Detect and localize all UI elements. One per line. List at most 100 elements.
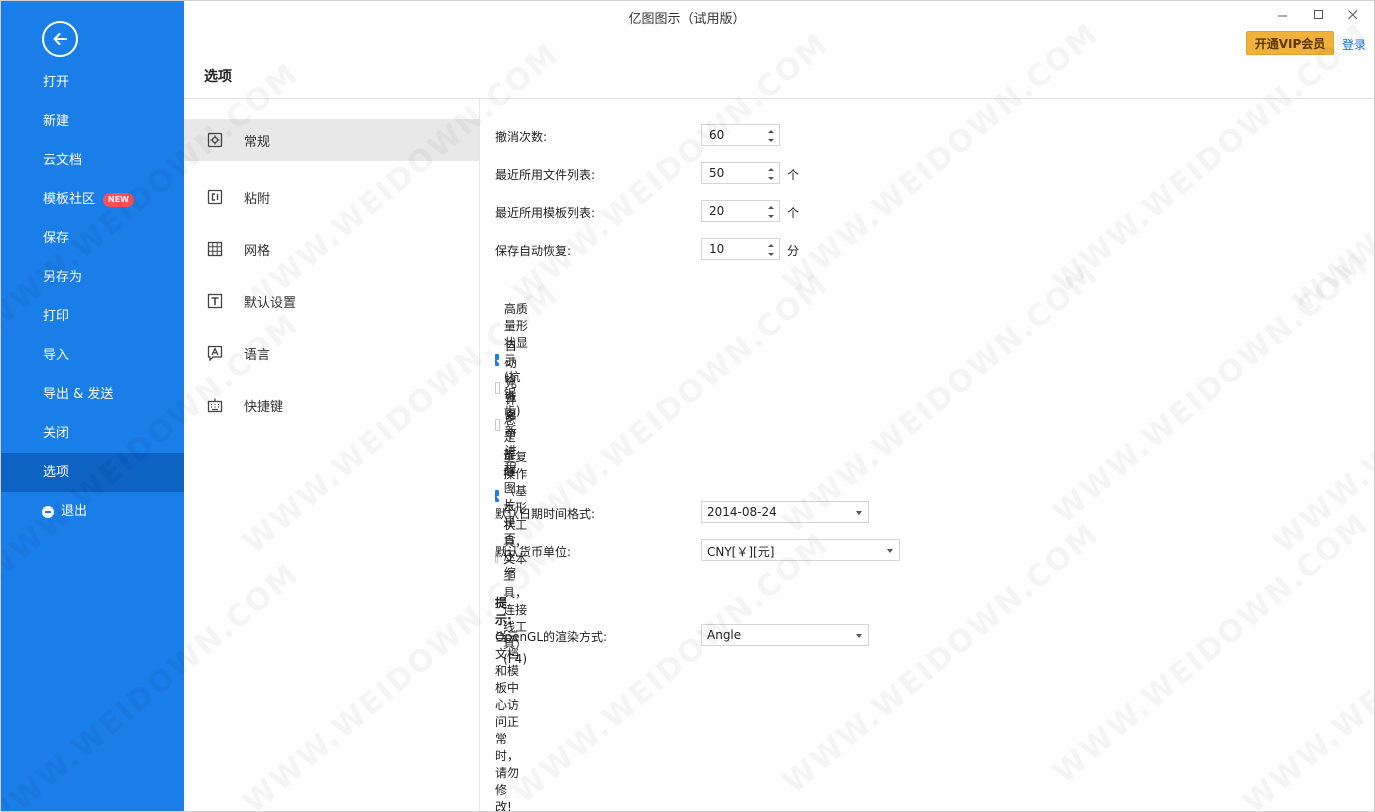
language-icon xyxy=(206,344,224,362)
category-label: 网格 xyxy=(244,243,271,259)
sidebar-item-new[interactable]: 新建 xyxy=(1,102,184,141)
recent-files-stepper[interactable]: 50 xyxy=(701,162,780,184)
undo-value[interactable]: 60 xyxy=(709,128,724,142)
undo-label: 撤消次数: xyxy=(495,130,548,144)
sidebar-item-label: 退出 xyxy=(61,504,88,519)
sidebar-item-cloud-docs[interactable]: 云文档 xyxy=(1,141,184,180)
minimize-button[interactable] xyxy=(1273,5,1293,25)
spin-up-icon[interactable] xyxy=(766,241,776,250)
recent-templates-unit: 个 xyxy=(787,206,800,220)
sidebar-item-import[interactable]: 导入 xyxy=(1,336,184,375)
sidebar-item-print[interactable]: 打印 xyxy=(1,297,184,336)
spin-up-icon[interactable] xyxy=(766,203,776,212)
sidebar-item-label: 云文档 xyxy=(43,153,83,168)
watermark-text: WWW.WEIDOWN.COM xyxy=(507,526,836,810)
currency-label: 默认货币单位: xyxy=(495,545,572,559)
category-snap[interactable]: 粘附 xyxy=(184,171,479,223)
autosave-stepper[interactable]: 10 xyxy=(701,238,780,260)
opengl-value: Angle xyxy=(707,628,742,642)
maximize-icon xyxy=(1314,10,1323,19)
arrow-left-icon xyxy=(53,33,67,45)
watermark-text: WWW.WEIDOWN.COM xyxy=(777,16,1106,300)
category-divider xyxy=(479,99,480,811)
watermark-text: WWW.WEIDOWN.COM xyxy=(1237,536,1374,811)
category-defaults[interactable]: 默认设置 xyxy=(184,275,479,327)
sidebar-item-label: 另存为 xyxy=(43,270,83,285)
close-icon xyxy=(1348,10,1358,20)
date-format-label: 默认日期时间格式: xyxy=(495,507,596,521)
title-bar: 亿图图示（试用版） xyxy=(184,1,1374,31)
hint-message: 当云文档和模板中心访问正常时，请勿修改! xyxy=(495,630,520,812)
hint-prefix: 提示: xyxy=(495,596,512,627)
sidebar-item-options[interactable]: 选项 xyxy=(1,453,184,492)
text-icon xyxy=(206,292,224,310)
sidebar-menu: 打开 新建 云文档 模板社区 NEW 保存 另存为 打印 导入 导出 & 发送 关… xyxy=(1,63,184,531)
sidebar-item-exit[interactable]: 退出 xyxy=(1,492,184,531)
watermark-text: WWW.WEIDOWN.COM xyxy=(777,256,1106,540)
sidebar-item-export-send[interactable]: 导出 & 发送 xyxy=(1,375,184,414)
gear-icon xyxy=(206,131,224,149)
sidebar-item-save-as[interactable]: 另存为 xyxy=(1,258,184,297)
window-title: 亿图图示（试用版） xyxy=(628,12,746,27)
category-label: 快捷键 xyxy=(244,399,284,415)
minimize-icon xyxy=(1278,15,1287,17)
grid-icon xyxy=(206,240,224,258)
date-format-value: 2014-08-24 xyxy=(707,505,777,519)
category-grid[interactable]: 网格 xyxy=(184,223,479,275)
category-label: 常规 xyxy=(244,134,271,150)
exit-icon xyxy=(42,505,54,518)
recent-files-label: 最近所用文件列表: xyxy=(495,168,596,182)
category-label: 语言 xyxy=(244,347,271,363)
maximize-button[interactable] xyxy=(1309,5,1329,25)
sidebar-item-label: 关闭 xyxy=(43,426,70,441)
sidebar-item-label: 新建 xyxy=(43,114,70,129)
category-language[interactable]: 语言 xyxy=(184,327,479,379)
opengl-label: OpenGL的渲染方式: xyxy=(495,630,608,644)
currency-select[interactable]: CNY[￥][元] xyxy=(701,539,900,561)
spin-up-icon[interactable] xyxy=(766,165,776,174)
autosave-label: 保存自动恢复: xyxy=(495,244,572,258)
hint-text: 提示: 当云文档和模板中心访问正常时，请勿修改! xyxy=(495,594,520,812)
category-shortcuts[interactable]: 快捷键 xyxy=(184,379,479,431)
sidebar-item-save[interactable]: 保存 xyxy=(1,219,184,258)
sidebar-item-close[interactable]: 关闭 xyxy=(1,414,184,453)
spin-up-icon[interactable] xyxy=(766,127,776,136)
backstage-sidebar: 打开 新建 云文档 模板社区 NEW 保存 另存为 打印 导入 导出 & 发送 关… xyxy=(1,1,184,811)
autosave-value[interactable]: 10 xyxy=(709,242,724,256)
recent-templates-stepper[interactable]: 20 xyxy=(701,200,780,222)
spin-down-icon[interactable] xyxy=(766,136,776,145)
autosave-unit: 分 xyxy=(787,244,800,258)
watermark-text: WWW.WEIDOWN.COM xyxy=(1047,16,1374,300)
new-badge: NEW xyxy=(103,192,134,207)
sidebar-item-label: 导入 xyxy=(43,348,70,363)
sidebar-item-open[interactable]: 打开 xyxy=(1,63,184,102)
back-button[interactable] xyxy=(42,21,78,57)
watermark-text: WWW.WEIDOWN.COM xyxy=(1267,276,1374,560)
sidebar-item-label: 选项 xyxy=(43,465,70,480)
spin-down-icon[interactable] xyxy=(766,250,776,259)
header-divider xyxy=(184,98,1374,99)
vip-button[interactable]: 开通VIP会员 xyxy=(1246,31,1334,55)
date-format-select[interactable]: 2014-08-24 xyxy=(701,501,869,523)
sidebar-item-template-community[interactable]: 模板社区 NEW xyxy=(1,180,184,219)
spin-down-icon[interactable] xyxy=(766,174,776,183)
recent-files-value[interactable]: 50 xyxy=(709,166,724,180)
watermark-text: WWW.WEIDOWN.COM xyxy=(1047,246,1374,530)
watermark-text: WWW.WEIDOWN.COM xyxy=(1287,36,1374,320)
snap-icon xyxy=(206,188,224,206)
recent-templates-value[interactable]: 20 xyxy=(709,204,724,218)
sidebar-item-label: 保存 xyxy=(43,231,70,246)
spin-down-icon[interactable] xyxy=(766,212,776,221)
login-link[interactable]: 登录 xyxy=(1342,36,1366,53)
options-category-list: 常规 粘附 网格 默认设置 语言 快捷键 xyxy=(184,119,479,431)
options-window: 打开 新建 云文档 模板社区 NEW 保存 另存为 打印 导入 导出 & 发送 关… xyxy=(0,0,1375,812)
sidebar-item-label: 打开 xyxy=(43,75,70,90)
undo-stepper[interactable]: 60 xyxy=(701,124,780,146)
recent-files-unit: 个 xyxy=(787,168,800,182)
watermark-text: WWW.WEIDOWN.COM xyxy=(1047,506,1374,790)
sidebar-item-label: 导出 & 发送 xyxy=(43,387,114,402)
category-general[interactable]: 常规 xyxy=(184,119,479,161)
dropdown-arrow-icon xyxy=(856,634,862,638)
opengl-select[interactable]: Angle xyxy=(701,624,869,646)
close-window-button[interactable] xyxy=(1343,5,1363,25)
